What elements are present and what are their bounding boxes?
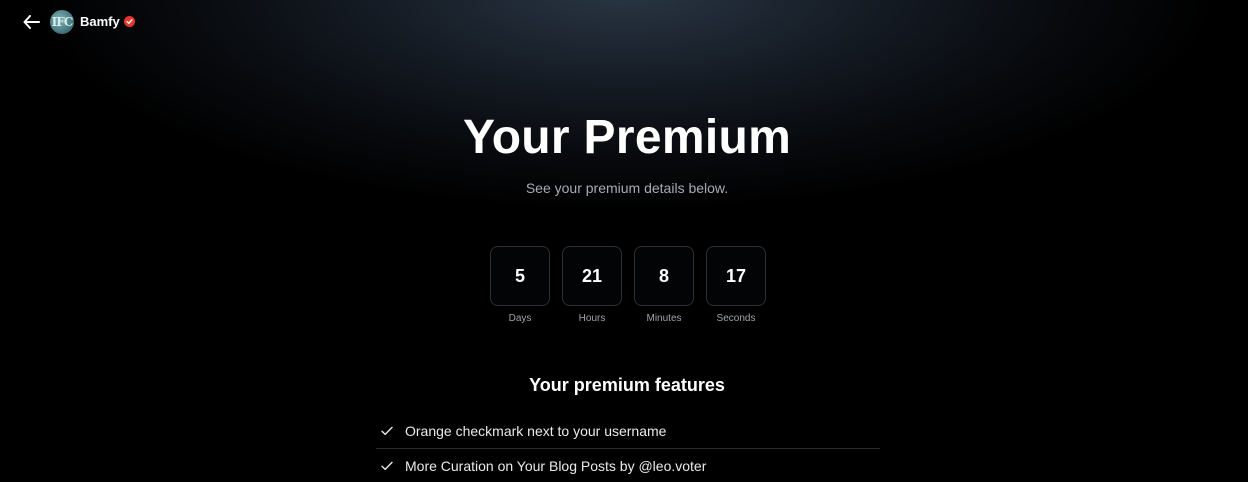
username[interactable]: Bamfy (80, 14, 120, 29)
page-subtitle: See your premium details below. (525, 180, 729, 196)
countdown-value: 8 (634, 246, 694, 306)
countdown-seconds: 17 Seconds (706, 246, 766, 324)
premium-page: IFC Bamfy Your Premium See your premium … (0, 0, 1248, 482)
countdown-label: Days (508, 313, 532, 324)
avatar[interactable]: IFC (50, 10, 74, 34)
countdown-days: 5 Days (490, 246, 550, 324)
feature-text: Orange checkmark next to your username (405, 423, 667, 439)
avatar-initials: IFC (51, 15, 74, 29)
feature-text: More Curation on Your Blog Posts by @leo… (405, 458, 707, 474)
countdown-label: Minutes (646, 313, 682, 324)
features-heading: Your premium features (529, 375, 725, 395)
back-button[interactable] (20, 11, 42, 33)
page-title: Your Premium (462, 111, 792, 164)
arrow-left-icon (23, 15, 40, 29)
countdown-value: 17 (706, 246, 766, 306)
countdown-timer: 5 Days 21 Hours 8 Minutes 17 Seconds (490, 246, 766, 324)
countdown-hours: 21 Hours (562, 246, 622, 324)
countdown-value: 5 (490, 246, 550, 306)
check-icon (380, 459, 394, 473)
countdown-value: 21 (562, 246, 622, 306)
countdown-label: Seconds (716, 313, 756, 324)
list-item: More Curation on Your Blog Posts by @leo… (376, 449, 880, 482)
countdown-minutes: 8 Minutes (634, 246, 694, 324)
verified-check-icon (124, 16, 135, 27)
list-item: Orange checkmark next to your username (376, 414, 880, 449)
check-icon (380, 424, 394, 438)
countdown-label: Hours (578, 313, 606, 324)
features-list: Orange checkmark next to your username M… (376, 414, 880, 482)
